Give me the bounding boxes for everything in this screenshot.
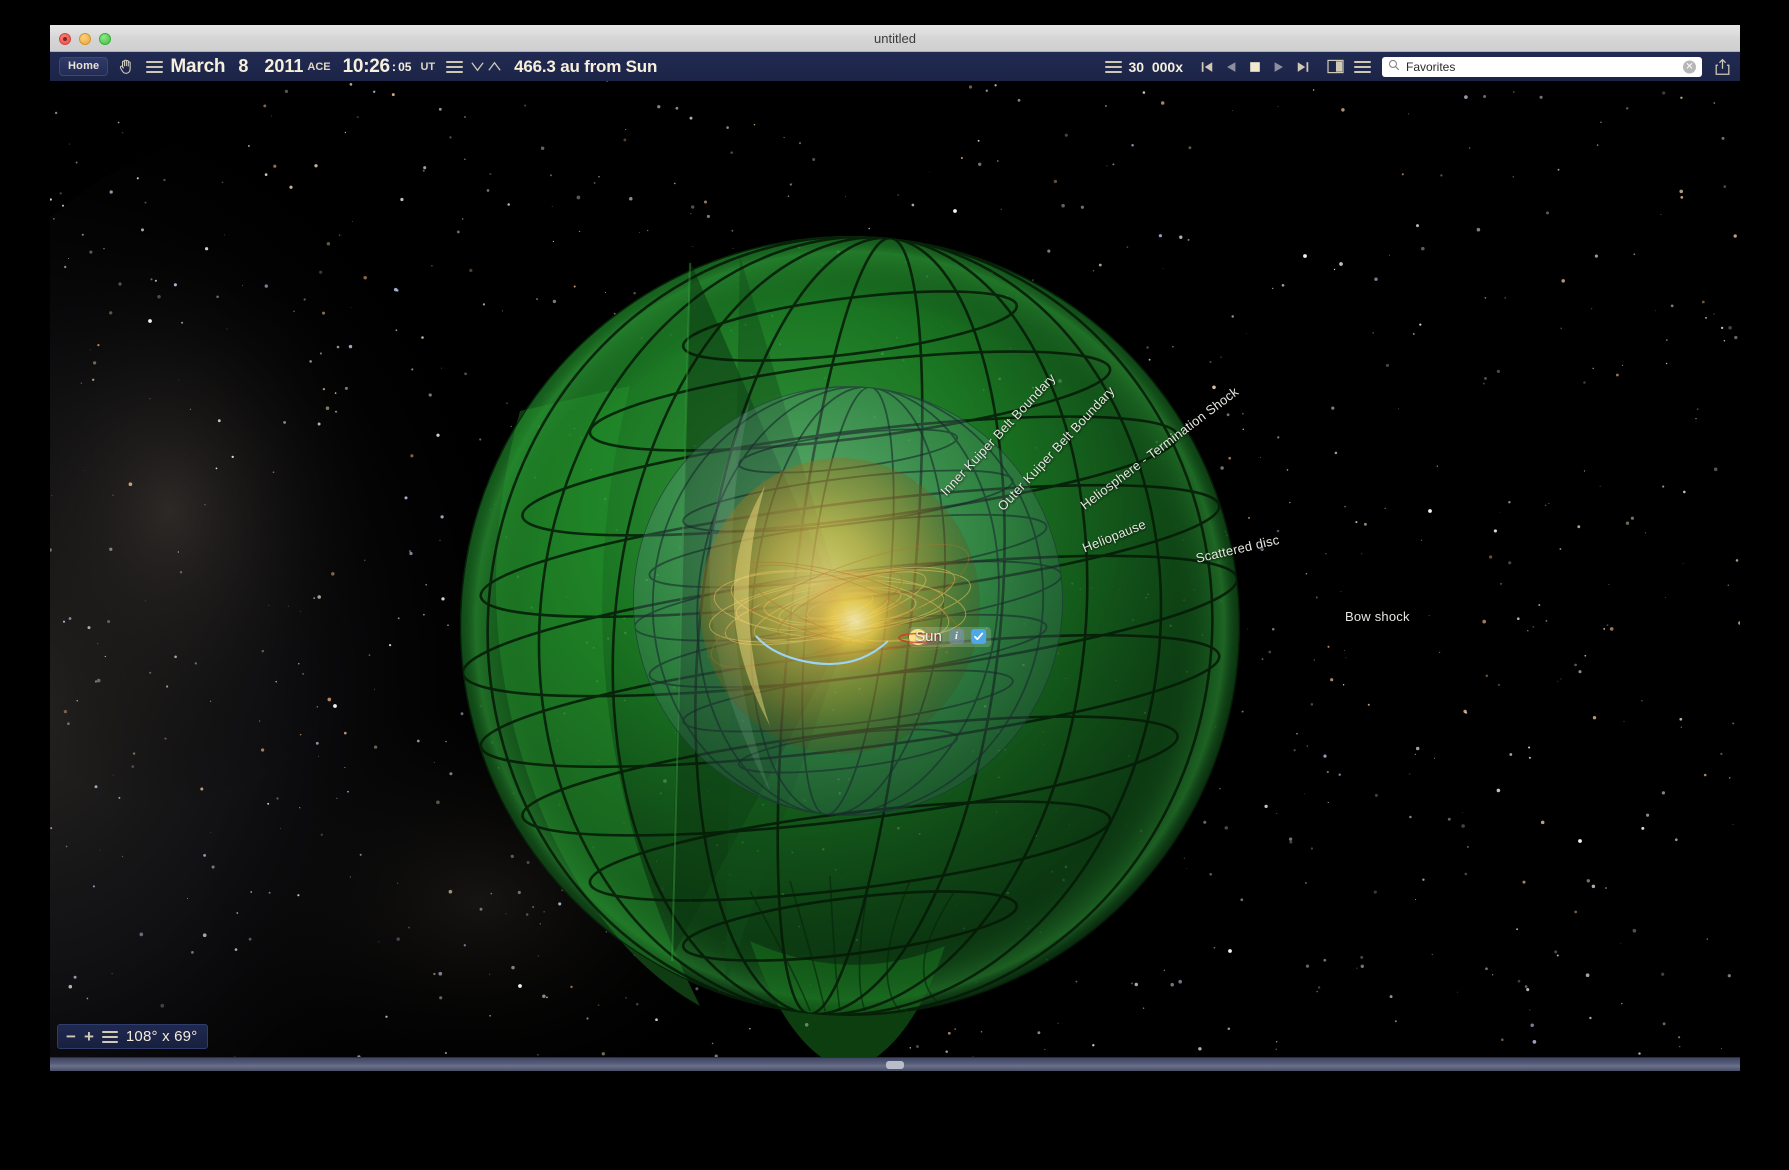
sky-viewport[interactable]: Inner Kuiper Belt BoundaryOuter Kuiper B… [50, 81, 1740, 1071]
play-button[interactable] [1272, 60, 1286, 74]
chevron-up-icon[interactable] [487, 59, 502, 74]
day-field[interactable]: 8 [238, 56, 248, 77]
clear-search-icon[interactable]: ✕ [1683, 60, 1696, 73]
hand-tool-icon[interactable] [117, 57, 136, 76]
object-info-button[interactable]: i [949, 629, 964, 644]
home-button[interactable]: Home [59, 57, 108, 76]
seconds-field[interactable]: 05 [398, 60, 411, 74]
selected-object-chip[interactable]: Sun i [909, 627, 991, 647]
search-input[interactable] [1406, 60, 1696, 74]
era-label[interactable]: ACE [307, 61, 330, 73]
time-field[interactable]: 10:26 [343, 56, 390, 78]
year-field[interactable]: 2011 [264, 56, 303, 77]
window-title: untitled [874, 31, 916, 46]
timezone-label[interactable]: UT [420, 61, 435, 73]
horizontal-scrollbar[interactable] [50, 1057, 1740, 1071]
window-controls [59, 25, 111, 52]
solar-system-rendering [50, 81, 1740, 1071]
time-menu-icon[interactable] [446, 58, 463, 76]
selected-object-name: Sun [915, 628, 942, 645]
date-menu-icon[interactable] [146, 58, 163, 76]
zoom-in-button[interactable]: + [84, 1028, 94, 1045]
sidebar-toggle-icon[interactable] [1327, 59, 1344, 74]
toolbar-left-group: Home March 8 2011 ACE 10:26 : 05 UT [59, 56, 657, 78]
object-visibility-checkbox[interactable] [971, 629, 986, 644]
close-window-button[interactable] [59, 33, 71, 45]
toolbar-right-group: 30 000x [1105, 57, 1732, 77]
skip-to-start-button[interactable] [1200, 60, 1214, 74]
kuiper-belt-core [699, 458, 982, 754]
maximize-window-button[interactable] [99, 33, 111, 45]
distance-readout: 466.3 au from Sun [514, 57, 657, 77]
share-icon[interactable] [1714, 58, 1731, 76]
zoom-out-button[interactable]: − [66, 1028, 76, 1045]
search-field-container[interactable]: ✕ [1382, 57, 1702, 77]
stop-button[interactable] [1248, 60, 1262, 74]
time-separator: : [392, 59, 396, 74]
chevron-down-icon[interactable] [470, 59, 485, 74]
search-icon [1388, 58, 1400, 76]
application-window: untitled Home March 8 2011 ACE 10:26 : 0… [50, 25, 1740, 1085]
step-back-button[interactable] [1224, 60, 1238, 74]
main-toolbar: Home March 8 2011 ACE 10:26 : 05 UT [50, 52, 1740, 81]
zoom-menu-icon[interactable] [102, 1028, 118, 1046]
field-of-view-readout: 108° x 69° [126, 1028, 198, 1045]
zoom-hud: − + 108° x 69° [57, 1024, 208, 1049]
scrollbar-thumb[interactable] [886, 1061, 904, 1069]
rate-menu-icon[interactable] [1105, 58, 1122, 76]
scene-label[interactable]: Bow shock [1345, 609, 1410, 624]
minimize-window-button[interactable] [79, 33, 91, 45]
skip-to-end-button[interactable] [1296, 60, 1310, 74]
time-rate-readout[interactable]: 30 000x [1129, 59, 1184, 75]
month-field[interactable]: March [170, 56, 225, 78]
title-bar: untitled [50, 25, 1740, 52]
options-menu-icon[interactable] [1354, 58, 1371, 76]
